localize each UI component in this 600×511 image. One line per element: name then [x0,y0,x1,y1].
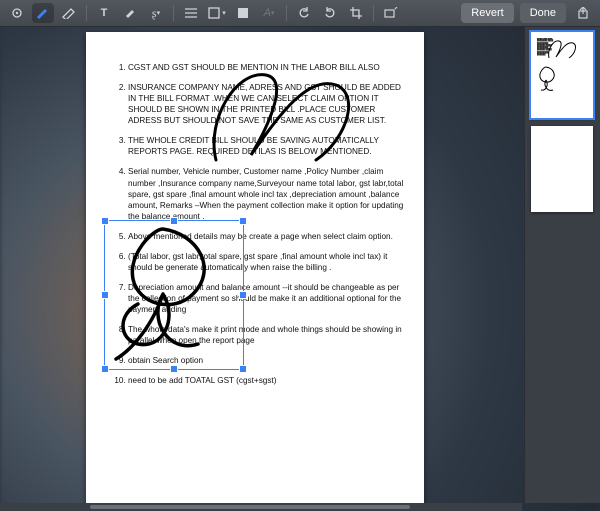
canvas-stage[interactable]: CGST AND GST SHOULD BE MENTION IN THE LA… [0,26,522,503]
resize-handle-nw[interactable] [101,217,109,225]
resize-handle-sw[interactable] [101,365,109,373]
tool-text-icon[interactable]: T [93,3,115,23]
resize-handle-e[interactable] [239,291,247,299]
tool-unknown-icon[interactable] [6,3,28,23]
thumbnail-panel: ████ ███ ██████████ ██████████████████ █… [524,26,600,503]
share-icon[interactable] [572,3,594,23]
tool-font-icon[interactable]: A▾ [258,3,280,23]
markup-toolbar: T ʂ▾ ▾ A▾ Revert Done [0,0,600,27]
resize-handle-w[interactable] [101,291,109,299]
done-button[interactable]: Done [520,3,566,23]
tool-marker-icon[interactable] [58,3,80,23]
tool-pen-icon[interactable] [32,3,54,23]
tool-rotate-left-icon[interactable] [293,3,315,23]
thumbnail-page-2[interactable] [531,126,593,212]
tool-annotate-icon[interactable] [380,3,402,23]
tool-highlight-icon[interactable] [119,3,141,23]
revert-button[interactable]: Revert [461,3,513,23]
tool-sign-icon[interactable]: ʂ▾ [145,3,167,23]
resize-handle-s[interactable] [170,365,178,373]
thumbnail-page-1[interactable]: ████ ███ ██████████ ██████████████████ █… [531,32,593,118]
selection-box[interactable] [104,220,244,370]
tool-crop-icon[interactable] [345,3,367,23]
list-item: THE WHOLE CREDIT BILL SHOULD BE SAVING A… [128,135,404,157]
resize-handle-ne[interactable] [239,217,247,225]
resize-handle-n[interactable] [170,217,178,225]
list-item: INSURANCE COMPANY NAME, ADRESS AND GST S… [128,82,404,126]
list-item: Serial number, Vehicle number, Customer … [128,166,404,221]
resize-handle-se[interactable] [239,365,247,373]
list-item: need to be add TOATAL GST (cgst+sgst) [128,375,404,386]
document-page: CGST AND GST SHOULD BE MENTION IN THE LA… [86,32,424,503]
tool-fill-color-icon[interactable] [232,3,254,23]
list-item: CGST AND GST SHOULD BE MENTION IN THE LA… [128,62,404,73]
tool-rotate-right-icon[interactable] [319,3,341,23]
horizontal-scrollbar[interactable] [0,503,522,511]
tool-list-icon[interactable] [180,3,202,23]
tool-stroke-color-icon[interactable]: ▾ [206,3,228,23]
